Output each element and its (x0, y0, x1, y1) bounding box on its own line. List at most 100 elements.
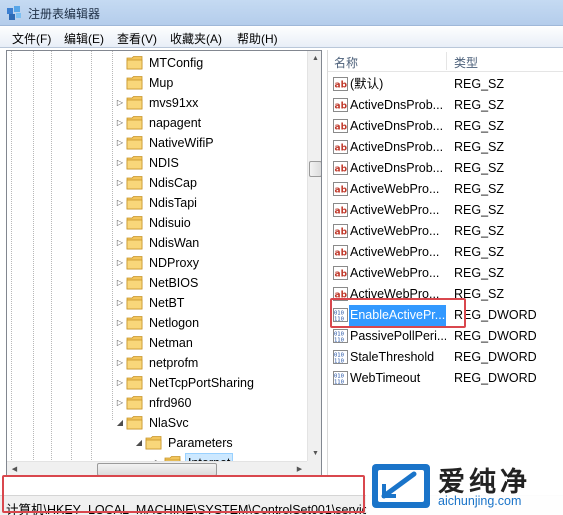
tree-item-label: Netman (149, 336, 193, 350)
dword-value-icon: 010110 (333, 371, 348, 385)
value-row[interactable]: ab ActiveWebPro... REG_SZ (328, 200, 563, 221)
expand-arrow-icon[interactable]: ▷ (115, 333, 125, 353)
tree-vertical-scrollbar[interactable]: ▲ ▼ (307, 51, 321, 461)
dword-value-icon: 010110 (333, 329, 348, 343)
collapse-arrow-icon[interactable]: ◢ (134, 433, 144, 453)
string-value-icon: ab (333, 119, 348, 133)
folder-icon (126, 276, 143, 290)
string-value-icon: ab (333, 161, 348, 175)
value-type: REG_SZ (454, 203, 505, 217)
folder-icon (126, 116, 143, 130)
dword-value-icon: 010110 (333, 350, 348, 364)
highlight-status-path (2, 475, 365, 513)
svg-text:ab: ab (335, 81, 348, 91)
value-type: REG_DWORD (454, 350, 537, 364)
tree-item-label: NativeWifiP (149, 136, 214, 150)
scroll-left-icon[interactable]: ◀ (7, 462, 22, 475)
column-header-name[interactable]: 名称 (334, 54, 358, 71)
tree-item-label: Ndisuio (149, 216, 191, 230)
collapse-arrow-icon[interactable]: ◢ (115, 413, 125, 433)
tree-item-label: NetBT (149, 296, 185, 310)
value-name: (默认) (350, 77, 384, 91)
folder-icon (126, 256, 143, 270)
menu-view[interactable]: 查看(V) (117, 30, 157, 47)
svg-text:ab: ab (335, 249, 348, 259)
folder-icon (126, 56, 143, 70)
key-tree[interactable]: MTConfig Mup ▷ mvs91xx ▷ napagent ▷ NativeWifiP… (6, 50, 322, 476)
expand-arrow-icon[interactable]: ▷ (115, 153, 125, 173)
value-type: REG_SZ (454, 161, 505, 175)
tree-item-label: NdisCap (149, 176, 197, 190)
value-type: REG_SZ (454, 77, 505, 91)
expand-arrow-icon[interactable]: ▷ (115, 93, 125, 113)
expand-arrow-icon[interactable]: ▷ (115, 273, 125, 293)
window-title: 注册表编辑器 (28, 7, 101, 21)
value-type: REG_DWORD (454, 329, 537, 343)
tree-item-label: nfrd960 (149, 396, 192, 410)
folder-icon (126, 96, 143, 110)
expand-arrow-icon[interactable]: ▷ (115, 353, 125, 373)
value-row[interactable]: ab ActiveDnsProb... REG_SZ (328, 116, 563, 137)
value-name: ActiveDnsProb... (350, 119, 444, 133)
value-type: REG_SZ (454, 140, 505, 154)
string-value-icon: ab (333, 203, 348, 217)
value-row[interactable]: ab ActiveDnsProb... REG_SZ (328, 95, 563, 116)
expand-arrow-icon[interactable]: ▷ (115, 133, 125, 153)
watermark-url-text: aichunjing.com (438, 494, 522, 508)
tree-item-label: MTConfig (149, 56, 204, 70)
tree-item-label: netprofm (149, 356, 199, 370)
tree-item-label: NDProxy (149, 256, 200, 270)
expand-arrow-icon (115, 53, 125, 73)
svg-text:110: 110 (334, 359, 344, 365)
list-header: 名称 类型 (328, 50, 563, 72)
expand-arrow-icon[interactable]: ▷ (115, 313, 125, 333)
string-value-icon: ab (333, 224, 348, 238)
tree-item-label: Netlogon (149, 316, 200, 330)
string-value-icon: ab (333, 140, 348, 154)
expand-arrow-icon[interactable]: ▷ (115, 253, 125, 273)
folder-icon (126, 396, 143, 410)
scroll-right-icon[interactable]: ▶ (292, 462, 307, 475)
expand-arrow-icon[interactable]: ▷ (115, 213, 125, 233)
expand-arrow-icon[interactable]: ▷ (115, 173, 125, 193)
expand-arrow-icon[interactable]: ▷ (115, 113, 125, 133)
value-row[interactable]: ab ActiveDnsProb... REG_SZ (328, 158, 563, 179)
menu-favorites[interactable]: 收藏夹(A) (170, 30, 222, 47)
value-row[interactable]: ab ActiveWebPro... REG_SZ (328, 179, 563, 200)
menu-file[interactable]: 文件(F) (12, 30, 51, 47)
tree-horizontal-scrollbar[interactable]: ◀ ▶ (7, 461, 307, 475)
highlight-selected-value (330, 298, 466, 328)
folder-icon (126, 196, 143, 210)
value-row[interactable]: 010 110 PassivePollPeri... REG_DWORD (328, 326, 563, 347)
expand-arrow-icon[interactable]: ▷ (115, 293, 125, 313)
value-row[interactable]: ab ActiveWebPro... REG_SZ (328, 221, 563, 242)
menu-help[interactable]: 帮助(H) (237, 30, 278, 47)
folder-icon (126, 416, 143, 430)
value-row[interactable]: ab (默认) REG_SZ (328, 74, 563, 95)
tree-vertical-scroll-thumb[interactable] (309, 161, 321, 177)
column-divider[interactable] (446, 52, 447, 70)
value-row[interactable]: 010 110 WebTimeout REG_DWORD (328, 368, 563, 389)
regedit-icon (7, 6, 21, 20)
tree-item-label: NDIS (149, 156, 179, 170)
value-row[interactable]: ab ActiveWebPro... REG_SZ (328, 263, 563, 284)
expand-arrow-icon[interactable]: ▷ (115, 393, 125, 413)
expand-arrow-icon[interactable]: ▷ (115, 373, 125, 393)
value-row[interactable]: ab ActiveDnsProb... REG_SZ (328, 137, 563, 158)
expand-arrow-icon[interactable]: ▷ (115, 233, 125, 253)
values-list[interactable]: 名称 类型 ab (默认) REG_SZ ab ActiveDnsProb... REG_… (327, 50, 563, 476)
value-row[interactable]: ab ActiveWebPro... REG_SZ (328, 242, 563, 263)
value-name: ActiveDnsProb... (350, 98, 444, 112)
menu-edit[interactable]: 编辑(E) (64, 30, 104, 47)
watermark: 爱纯净 aichunjing.com (366, 458, 563, 515)
scroll-down-icon[interactable]: ▼ (308, 446, 321, 461)
scroll-up-icon[interactable]: ▲ (308, 51, 321, 66)
value-type: REG_SZ (454, 98, 505, 112)
folder-icon (126, 316, 143, 330)
svg-text:ab: ab (335, 270, 348, 280)
expand-arrow-icon[interactable]: ▷ (115, 193, 125, 213)
svg-text:ab: ab (335, 102, 348, 112)
column-header-type[interactable]: 类型 (454, 54, 478, 71)
value-row[interactable]: 010 110 StaleThreshold REG_DWORD (328, 347, 563, 368)
value-name: ActiveWebPro... (350, 266, 440, 280)
